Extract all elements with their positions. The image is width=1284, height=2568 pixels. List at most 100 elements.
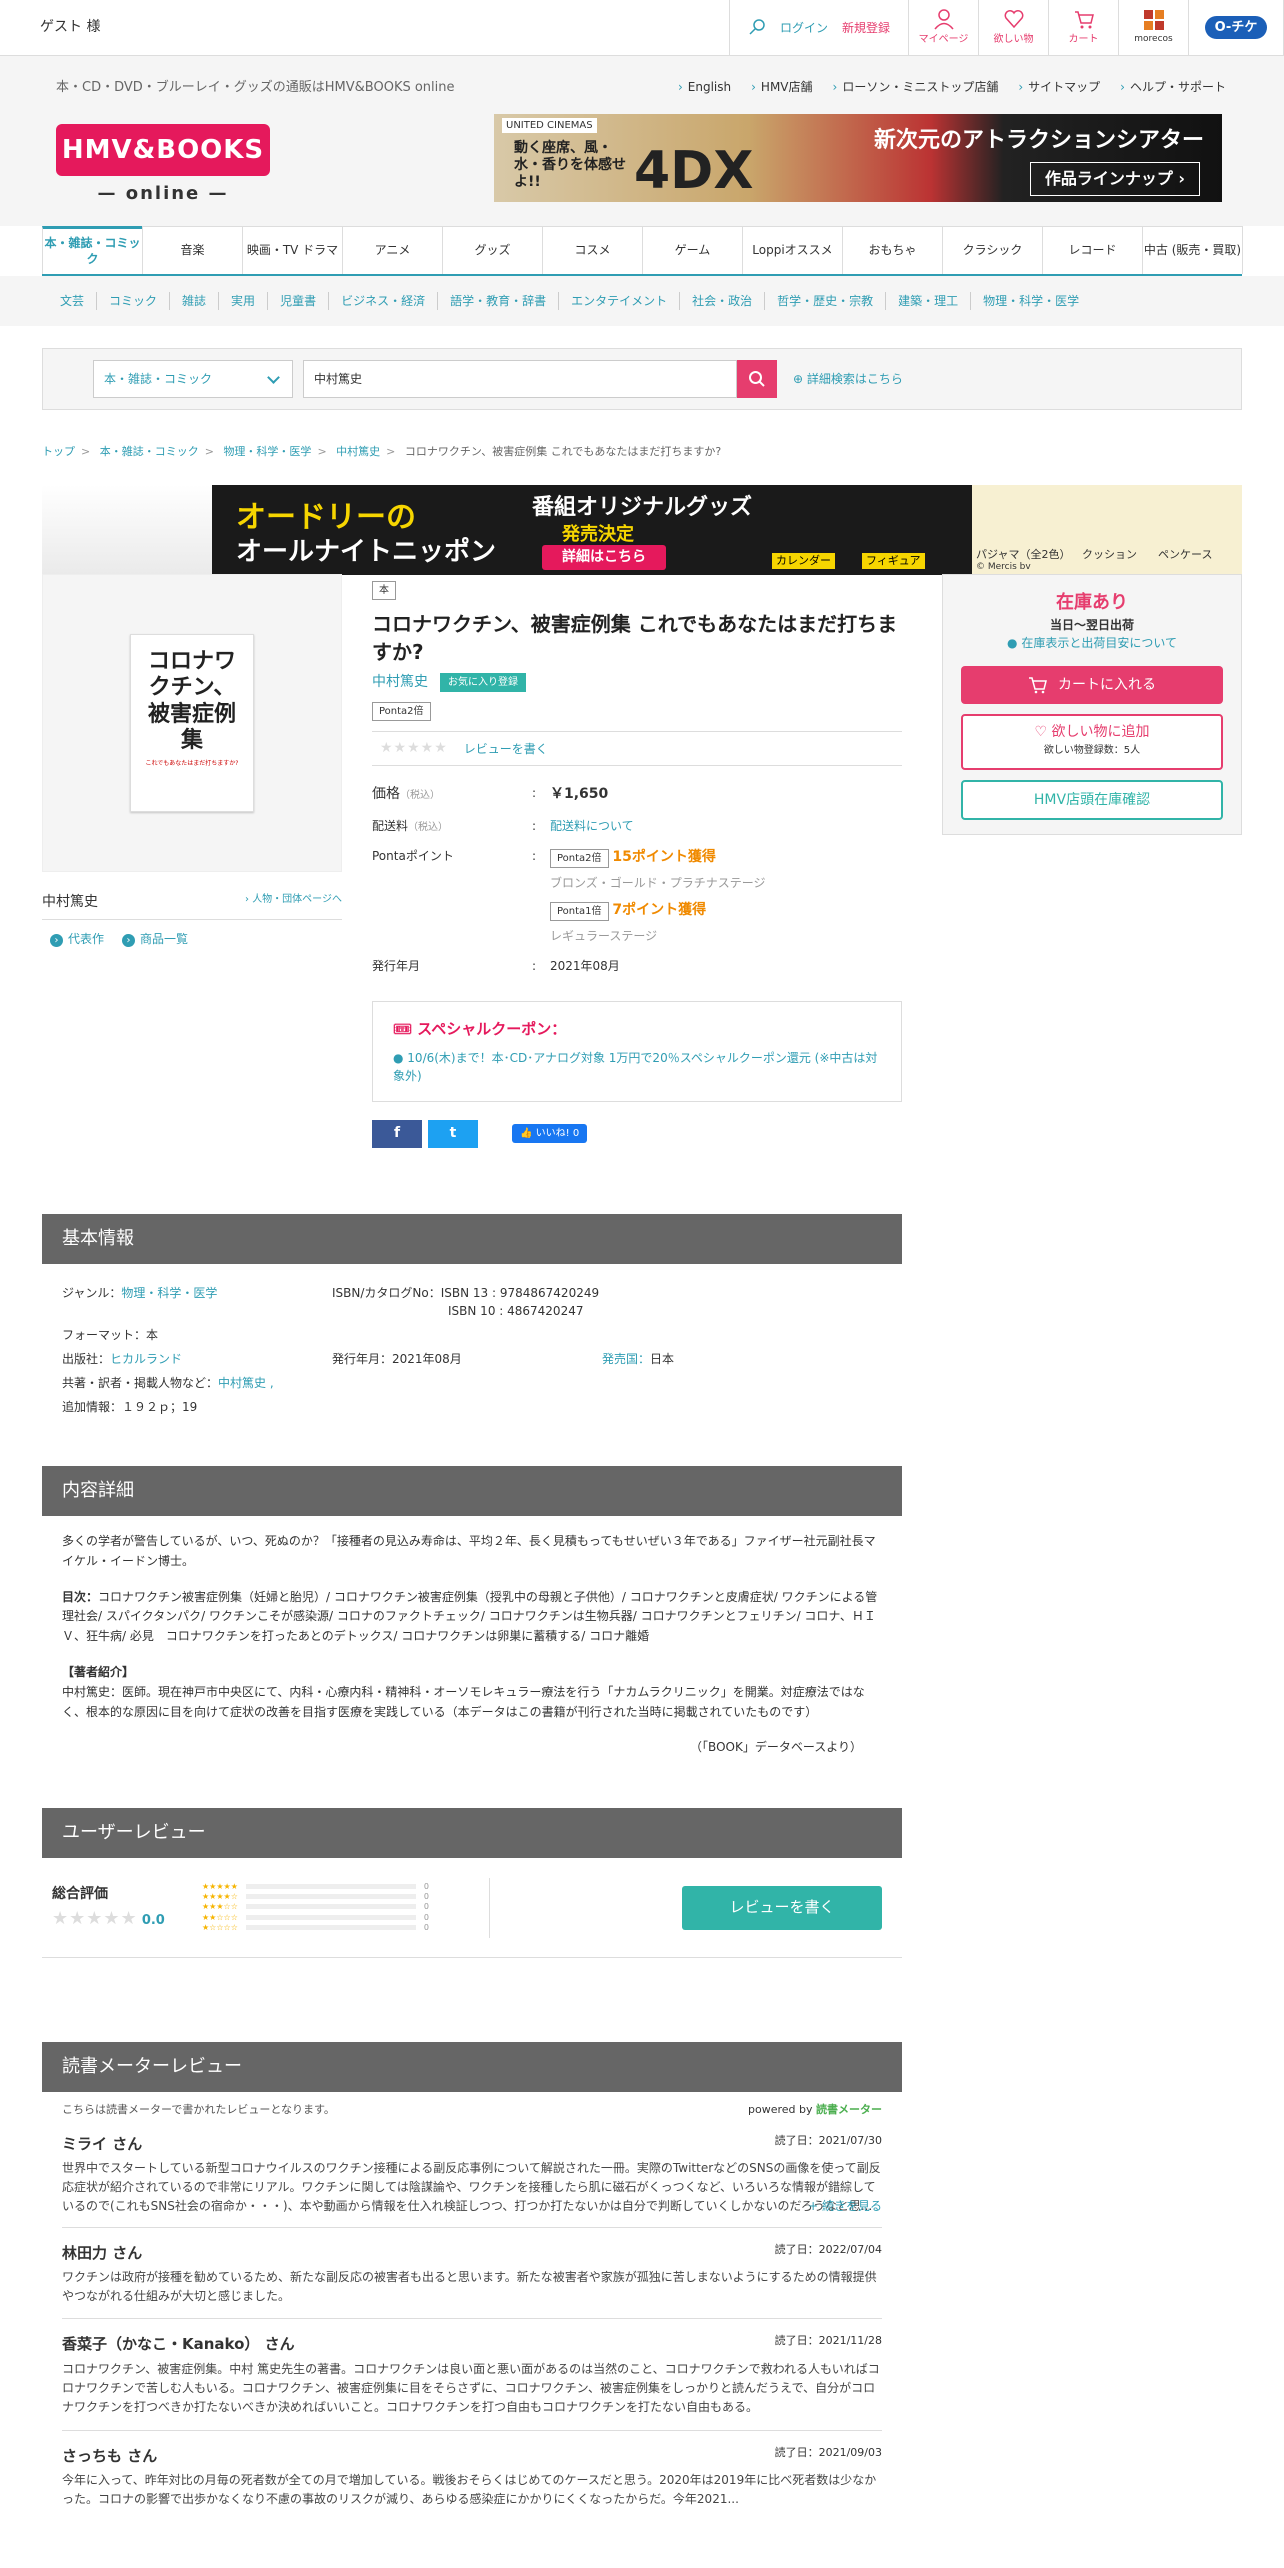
review-date: 読了日：2021/07/30 [774, 2133, 882, 2147]
coupon-link[interactable]: ● 10/6(木)まで！本･CD･アナログ対象 1万円で20％スペシャルクーポン… [393, 1049, 881, 1085]
ochike-button[interactable]: O-チケ [1188, 0, 1284, 56]
tab-game[interactable]: ゲーム [642, 226, 743, 274]
banner-detail-button[interactable]: 詳細はこちら [542, 544, 666, 570]
tab-loppi[interactable]: Loppiオススメ [742, 226, 843, 274]
morecos-button[interactable]: morecos [1118, 0, 1188, 56]
tab-movie[interactable]: 映画・TV ドラマ [242, 226, 343, 274]
subtab-item[interactable]: 文芸 [48, 292, 98, 310]
banner-credit: © Mercis bv [976, 561, 1031, 572]
product-list-link[interactable]: 商品一覧 [122, 930, 188, 948]
coupon-heading: スペシャルクーポン： [417, 1020, 567, 1038]
coupon-box: 🎟 スペシャルクーポン： ● 10/6(木)まで！本･CD･アナログ対象 1万円… [372, 1001, 902, 1102]
wishlist-label: 欲しい物に追加 [1051, 724, 1150, 740]
login-area: ログイン 新規登録 [728, 0, 908, 56]
dokusho-note: こちらは読書メーターで書かれたレビューとなります。 [62, 2103, 335, 2116]
tab-goods[interactable]: グッズ [442, 226, 543, 274]
powered-by: powered by [748, 2103, 813, 2116]
subtab-item[interactable]: 実用 [219, 292, 269, 310]
wishlist-button[interactable]: 欲しい物 [978, 0, 1048, 56]
subtab-item[interactable]: 雑誌 [170, 292, 220, 310]
register-link[interactable]: 新規登録 [842, 19, 890, 37]
subtab-item[interactable]: 児童書 [268, 292, 330, 310]
tab-record[interactable]: レコード [1042, 226, 1143, 274]
author-link[interactable]: 中村篤史 [372, 672, 428, 693]
morecos-logo-icon [1143, 9, 1164, 30]
overall-score: 0.0 [141, 1912, 165, 1928]
subtab-item[interactable]: 建築・理工 [886, 292, 972, 310]
author-page-link[interactable]: › 人物・団体ページへ [245, 892, 342, 913]
write-review-button[interactable]: レビューを書く [682, 1885, 882, 1930]
shipping-label: 配送料 [372, 819, 409, 833]
breadcrumb-author[interactable]: 中村篤史 [336, 445, 380, 458]
search-category-select[interactable]: 本・雑誌・コミック [93, 360, 293, 398]
coauthor-link[interactable]: 中村篤史 , [218, 1374, 274, 1392]
write-review-link[interactable]: レビューを書く [464, 740, 548, 758]
toc-label: 目次： [62, 1589, 99, 1604]
facebook-like-button[interactable]: 👍 いいね! 0 [512, 1124, 588, 1143]
reviewer-name[interactable]: 香菜子（かなこ・Kanako） さん [62, 2333, 295, 2356]
subtab-item[interactable]: 社会・政治 [680, 292, 766, 310]
banner-lineup-button[interactable]: 作品ラインナップ › [1029, 162, 1200, 196]
isbn13-value: ISBN 13 : 9784867420249 [440, 1286, 600, 1300]
reviewer-name[interactable]: さっちも さん [62, 2445, 157, 2468]
tab-used[interactable]: 中古 (販売・買取) [1142, 226, 1243, 274]
site-logo[interactable]: HMV&BOOKS — online — [56, 124, 270, 210]
tab-anime[interactable]: アニメ [342, 226, 443, 274]
reviewer-name[interactable]: ミライ さん [62, 2133, 142, 2156]
search-button[interactable] [737, 360, 777, 398]
header-link-english[interactable]: English [678, 78, 731, 96]
reviewer-name[interactable]: 林田力 さん [62, 2242, 142, 2265]
breadcrumb-science[interactable]: 物理・科学・医学 [223, 445, 311, 458]
header-link-hmv-stores[interactable]: HMV店舗 [751, 78, 813, 96]
publisher-label: 出版社： [62, 1352, 111, 1366]
genre-link[interactable]: 物理・科学・医学 [121, 1286, 217, 1300]
rating-bar-2: ★★☆☆☆ 0 [202, 1912, 429, 1922]
review-text: 今年に入って、昨年対比の月毎の死者数が全ての月で増加している。戦後おそらくはじめ… [62, 2473, 877, 2507]
4dx-banner[interactable]: UNITED CINEMAS 動く座席、風・水・香りを体感せよ!! 4DX 新次… [494, 114, 1222, 202]
breadcrumb-books[interactable]: 本・雑誌・コミック [100, 445, 199, 458]
dokusho-logo[interactable]: 読書メーター [816, 2103, 882, 2116]
breadcrumb-top[interactable]: トップ [42, 445, 75, 458]
subtab-item[interactable]: 物理・科学・医学 [971, 292, 1091, 310]
subtab-item[interactable]: 語学・教育・辞書 [438, 292, 560, 310]
subtab-item[interactable]: エンタテイメント [559, 292, 681, 310]
stock-status: 在庫あり [1056, 592, 1128, 613]
tab-toys[interactable]: おもちゃ [842, 226, 943, 274]
stock-info-link[interactable]: ● 在庫表示と出荷目安について [961, 634, 1223, 652]
publisher-link[interactable]: ヒカルランド [110, 1352, 182, 1366]
add-to-cart-button[interactable]: カートに入れる [961, 666, 1223, 704]
banner-4dx-logo: 4DX [634, 141, 754, 201]
subtab-item[interactable]: ビジネス・経済 [329, 292, 439, 310]
representative-works-link[interactable]: 代表作 [50, 930, 104, 948]
subtab-item[interactable]: 哲学・歴史・宗教 [765, 292, 887, 310]
header-link-lawson[interactable]: ローソン・ミニストップ店舗 [833, 78, 998, 96]
login-link[interactable]: ログイン [780, 19, 828, 37]
add-to-wishlist-button[interactable]: ♡ 欲しい物に追加 欲しい物登録数：5人 [961, 714, 1223, 770]
morecos-label: morecos [1134, 33, 1173, 44]
cover-area[interactable]: コロナワクチン、被害症例集 これでもあなたはまだ打ちますか? [42, 574, 342, 872]
heart-icon: ♡ [1034, 724, 1052, 740]
tab-cosme[interactable]: コスメ [542, 226, 643, 274]
banner-main: オードリーの オールナイトニッポン 番組オリジナルグッズ 発売決定 詳細はこちら… [212, 484, 972, 575]
tab-books[interactable]: 本・雑誌・コミック [42, 226, 143, 274]
header-link-sitemap[interactable]: サイトマップ [1018, 78, 1100, 96]
cart-button[interactable]: カート [1048, 0, 1118, 56]
tab-music[interactable]: 音楽 [142, 226, 243, 274]
wishlist-label: 欲しい物 [993, 34, 1034, 45]
subtab-item[interactable]: コミック [97, 292, 171, 310]
twitter-share-button[interactable]: t [428, 1119, 478, 1148]
favorite-button[interactable]: お気に入り登録 [440, 673, 526, 692]
mypage-button[interactable]: マイページ [908, 0, 978, 56]
ann-goods-banner[interactable]: オードリーの オールナイトニッポン 番組オリジナルグッズ 発売決定 詳細はこちら… [42, 484, 1242, 575]
facebook-share-button[interactable]: f [372, 1119, 422, 1148]
price-label: 価格 [372, 786, 400, 802]
search-input[interactable]: 中村篤史 [303, 360, 737, 398]
shipping-link[interactable]: 配送料について [550, 817, 634, 835]
wishlist-count: 欲しい物登録数：5人 [1043, 745, 1141, 756]
country-label[interactable]: 発売国： [602, 1352, 650, 1366]
author-name: 中村篤史 [42, 894, 98, 910]
tab-classic[interactable]: クラシック [942, 226, 1043, 274]
header-link-help[interactable]: ヘルプ・サポート [1120, 78, 1226, 96]
store-stock-button[interactable]: HMV店頭在庫確認 [961, 780, 1223, 820]
advanced-search-link[interactable]: ⊕ 詳細検索はこちら [793, 370, 903, 388]
